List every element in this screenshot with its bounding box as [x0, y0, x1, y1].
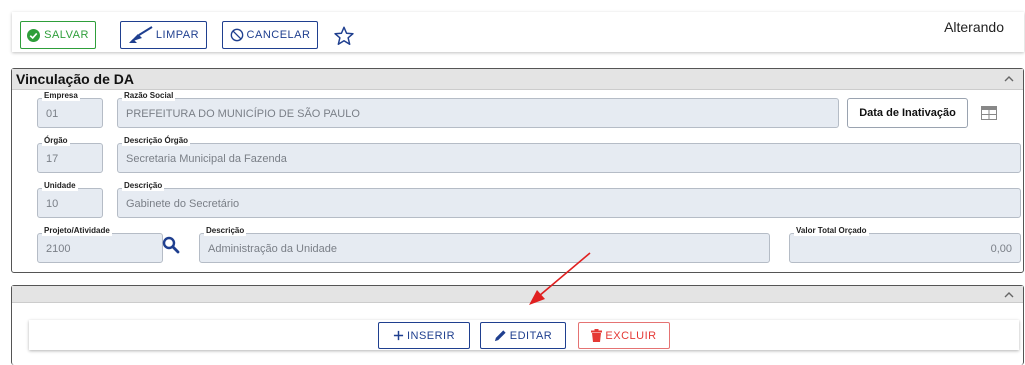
- projeto-atividade-value: 2100: [46, 243, 71, 255]
- clear-label: LIMPAR: [155, 29, 200, 41]
- save-label: SALVAR: [44, 29, 89, 41]
- valor-total-value: 0,00: [990, 243, 1012, 255]
- chevron-up-icon[interactable]: [1003, 73, 1015, 85]
- grid-calendar-icon[interactable]: [981, 106, 997, 120]
- razao-social-label: Razão Social: [122, 91, 176, 101]
- top-toolbar: SALVAR LIMPAR CANCELAR Alterando: [12, 12, 1024, 52]
- delete-button[interactable]: EXCLUIR: [578, 322, 670, 349]
- orgao-value: 17: [46, 153, 59, 165]
- edit-button[interactable]: EDITAR: [480, 322, 566, 349]
- descricao-projeto-value: Administração da Unidade: [208, 243, 338, 255]
- delete-label: EXCLUIR: [605, 329, 657, 342]
- pencil-icon: [494, 329, 507, 342]
- empresa-field[interactable]: Empresa 01: [37, 91, 103, 128]
- descricao-unidade-field[interactable]: Descrição Gabinete do Secretário: [117, 181, 1021, 218]
- search-icon[interactable]: [162, 236, 180, 254]
- empresa-value: 01: [46, 108, 59, 120]
- panel2-header[interactable]: [12, 286, 1023, 303]
- descricao-orgao-value: Secretaria Municipal da Fazenda: [126, 153, 287, 165]
- inactivation-date-button[interactable]: Data de Inativação: [847, 98, 968, 128]
- annotation-arrow: [525, 250, 595, 310]
- unidade-field[interactable]: Unidade 10: [37, 181, 103, 218]
- status-text: Alterando: [944, 19, 1004, 35]
- descricao-unidade-value: Gabinete do Secretário: [126, 198, 240, 210]
- plus-icon: [393, 330, 404, 341]
- orgao-field[interactable]: Órgão 17: [37, 136, 103, 173]
- edit-label: EDITAR: [509, 329, 553, 342]
- insert-label: INSERIR: [406, 329, 456, 342]
- broom-icon: [128, 26, 154, 44]
- descricao-projeto-label: Descrição: [204, 226, 247, 236]
- cancel-label: CANCELAR: [246, 29, 311, 41]
- panel-title: Vinculação de DA: [16, 71, 135, 87]
- descricao-projeto-field[interactable]: Descrição Administração da Unidade: [199, 226, 770, 263]
- cancel-button[interactable]: CANCELAR: [222, 21, 318, 49]
- star-icon[interactable]: [333, 25, 355, 47]
- descricao-orgao-field[interactable]: Descrição Órgão Secretaria Municipal da …: [117, 136, 1021, 173]
- trash-icon: [591, 329, 603, 342]
- valor-total-label: Valor Total Orçado: [794, 226, 869, 236]
- razao-social-value: PREFEITURA DO MUNICÍPIO DE SÃO PAULO: [126, 108, 360, 120]
- projeto-atividade-field[interactable]: Projeto/Atividade 2100: [37, 226, 163, 263]
- orgao-label: Órgão: [42, 136, 70, 146]
- chevron-up-icon[interactable]: [1003, 289, 1015, 301]
- descricao-unidade-label: Descrição: [122, 181, 165, 191]
- action-bar: INSERIR EDITAR EXCLUIR: [29, 320, 1019, 350]
- empresa-label: Empresa: [42, 91, 80, 101]
- clear-button[interactable]: LIMPAR: [120, 21, 207, 49]
- save-button[interactable]: SALVAR: [20, 21, 96, 49]
- unidade-label: Unidade: [42, 181, 78, 191]
- ban-icon: [230, 28, 244, 42]
- valor-total-field[interactable]: Valor Total Orçado 0,00: [789, 226, 1021, 263]
- unidade-value: 10: [46, 198, 59, 210]
- descricao-orgao-label: Descrição Órgão: [122, 136, 191, 146]
- inactivation-label: Data de Inativação: [859, 107, 956, 119]
- razao-social-field[interactable]: Razão Social PREFEITURA DO MUNICÍPIO DE …: [117, 91, 839, 128]
- insert-button[interactable]: INSERIR: [378, 322, 470, 349]
- projeto-atividade-label: Projeto/Atividade: [42, 226, 112, 236]
- panel-header[interactable]: Vinculação de DA: [12, 69, 1023, 90]
- check-circle-icon: [27, 28, 41, 42]
